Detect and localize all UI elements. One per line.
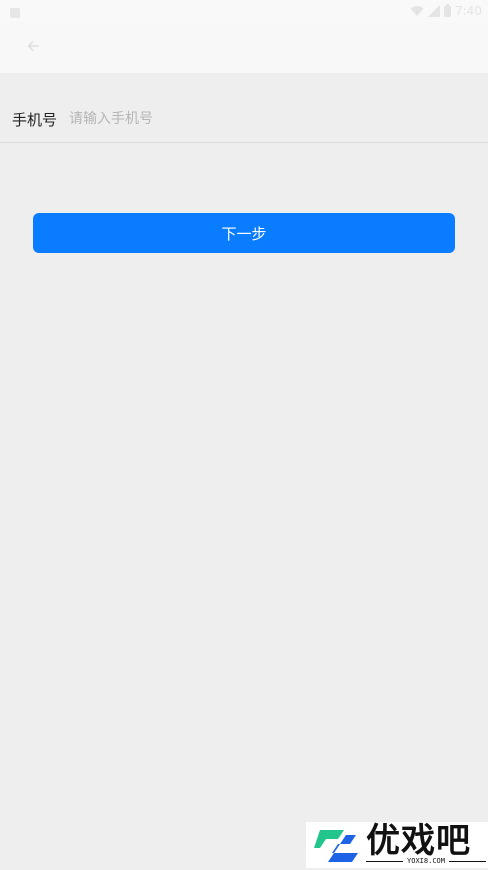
signal-icon: [428, 2, 441, 21]
phone-label: 手机号: [12, 110, 58, 129]
status-time: 7:40: [455, 4, 482, 18]
notification-icon: [9, 4, 21, 18]
app-bar: [0, 22, 488, 73]
brand-logo-icon: [310, 826, 362, 866]
status-bar: 7:40: [0, 0, 488, 22]
wifi-icon: [410, 2, 424, 21]
back-button[interactable]: [20, 34, 46, 60]
watermark-brand: 优戏吧: [366, 821, 471, 861]
divider: [448, 860, 486, 862]
watermark: 优戏吧 YOXI8.COM: [306, 822, 488, 868]
next-step-button[interactable]: 下一步: [33, 213, 455, 253]
phone-field-row: 手机号: [0, 96, 488, 143]
battery-icon: [444, 2, 452, 21]
phone-input[interactable]: [69, 104, 488, 134]
divider: [366, 860, 404, 862]
watermark-url: YOXI8.COM: [407, 857, 445, 865]
arrow-left-icon: [26, 38, 40, 57]
watermark-url-row: YOXI8.COM: [366, 857, 486, 865]
status-icons: 7:40: [410, 3, 482, 19]
